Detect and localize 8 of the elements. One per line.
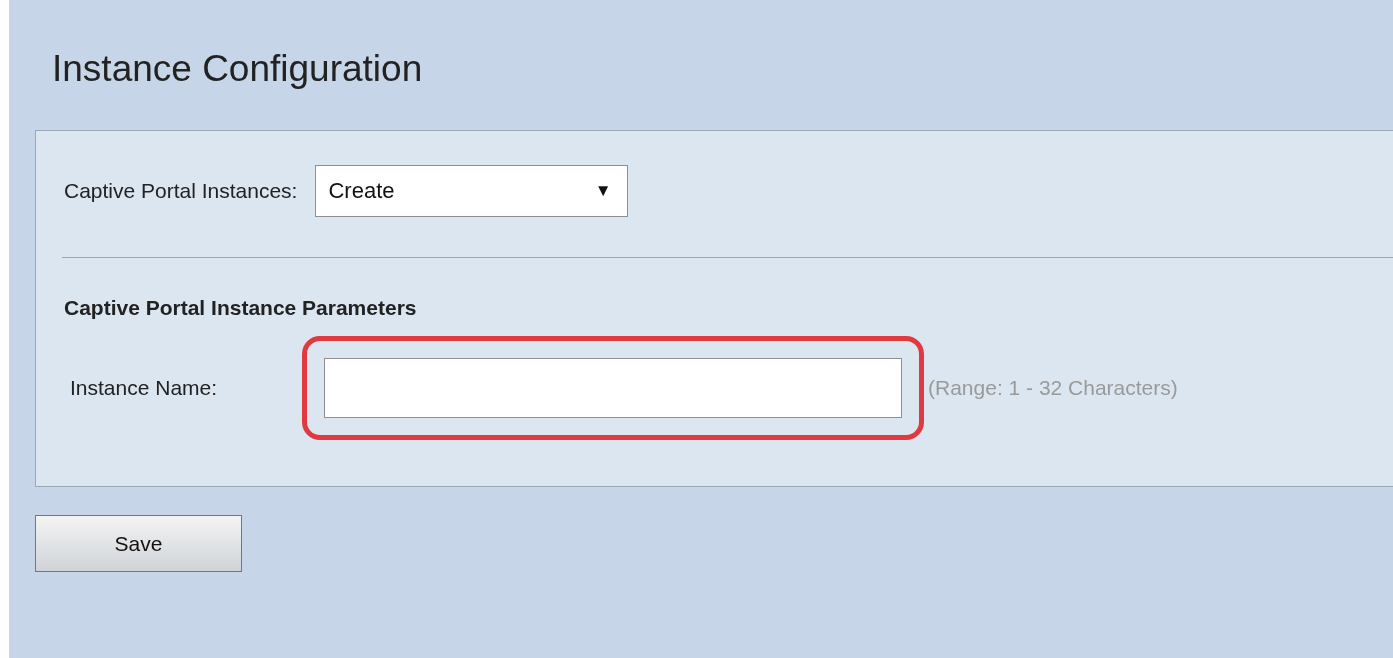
instance-name-label: Instance Name: bbox=[70, 376, 219, 400]
range-hint: (Range: 1 - 32 Characters) bbox=[928, 376, 1178, 400]
save-button[interactable]: Save bbox=[35, 515, 242, 572]
instances-label: Captive Portal Instances: bbox=[64, 179, 298, 203]
section-heading: Captive Portal Instance Parameters bbox=[64, 296, 418, 320]
instance-name-field[interactable] bbox=[324, 358, 902, 418]
instances-dropdown[interactable]: Create ▼ bbox=[315, 165, 629, 217]
page-title: Instance Configuration bbox=[52, 48, 424, 91]
